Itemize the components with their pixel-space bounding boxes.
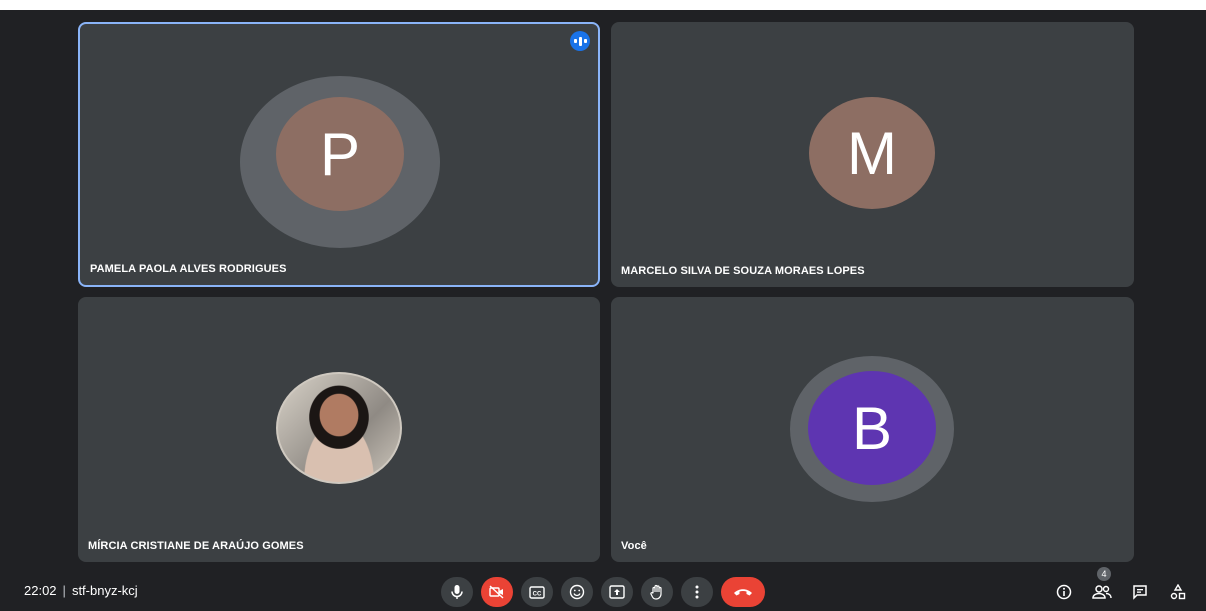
chat-icon: [1133, 585, 1147, 600]
people-button[interactable]: 4: [1090, 567, 1114, 604]
hand-icon: [650, 584, 662, 600]
people-icon: [1092, 585, 1112, 599]
participant-tile-pamela[interactable]: P PAMELA PAOLA ALVES RODRIGUES: [78, 22, 600, 287]
present-button[interactable]: [601, 577, 633, 607]
svg-text:CC: CC: [533, 591, 542, 597]
more-vert-icon: [695, 585, 699, 599]
participant-name: PAMELA PAOLA ALVES RODRIGUES: [90, 263, 287, 275]
avatar: M: [809, 97, 935, 209]
more-options-button[interactable]: [681, 577, 713, 607]
meeting-info: 22:02 | stf-bnyz-kcj: [24, 583, 138, 598]
separator: |: [62, 583, 66, 598]
activities-icon: [1170, 584, 1186, 600]
emoji-icon: [569, 584, 585, 600]
activities-button[interactable]: [1166, 580, 1190, 604]
mic-button[interactable]: [441, 577, 473, 607]
mic-icon: [451, 585, 463, 599]
participant-name: Você: [621, 540, 647, 552]
avatar: B: [808, 371, 936, 485]
top-edge: [0, 0, 1206, 10]
raise-hand-button[interactable]: [641, 577, 673, 607]
camera-button[interactable]: [481, 577, 513, 607]
captions-icon: CC: [529, 585, 545, 599]
meeting-details-button[interactable]: [1052, 580, 1076, 604]
clock: 22:02: [24, 583, 57, 598]
info-icon: [1056, 584, 1072, 600]
participant-tile-mircia[interactable]: MÍRCIA CRISTIANE DE ARAÚJO GOMES: [78, 297, 600, 562]
captions-button[interactable]: CC: [521, 577, 553, 607]
call-controls: CC: [441, 577, 765, 607]
avatar-photo: [276, 372, 402, 484]
speaking-indicator-icon: [570, 31, 590, 51]
reactions-button[interactable]: [561, 577, 593, 607]
side-panel-controls: 4: [1052, 567, 1190, 604]
bottom-bar: 22:02 | stf-bnyz-kcj CC 4: [0, 567, 1206, 611]
avatar: P: [276, 97, 404, 211]
hangup-icon: [734, 589, 752, 596]
present-icon: [609, 585, 625, 599]
leave-call-button[interactable]: [721, 577, 765, 607]
meeting-code: stf-bnyz-kcj: [71, 583, 138, 598]
participant-tile-self[interactable]: B Você: [611, 297, 1134, 562]
participant-name: MÍRCIA CRISTIANE DE ARAÚJO GOMES: [88, 540, 304, 552]
people-count-badge: 4: [1097, 567, 1111, 581]
participant-name: MARCELO SILVA DE SOUZA MORAES LOPES: [621, 265, 865, 277]
camera-off-icon: [489, 585, 504, 599]
chat-button[interactable]: [1128, 580, 1152, 604]
participant-tile-marcelo[interactable]: M MARCELO SILVA DE SOUZA MORAES LOPES: [611, 22, 1134, 287]
